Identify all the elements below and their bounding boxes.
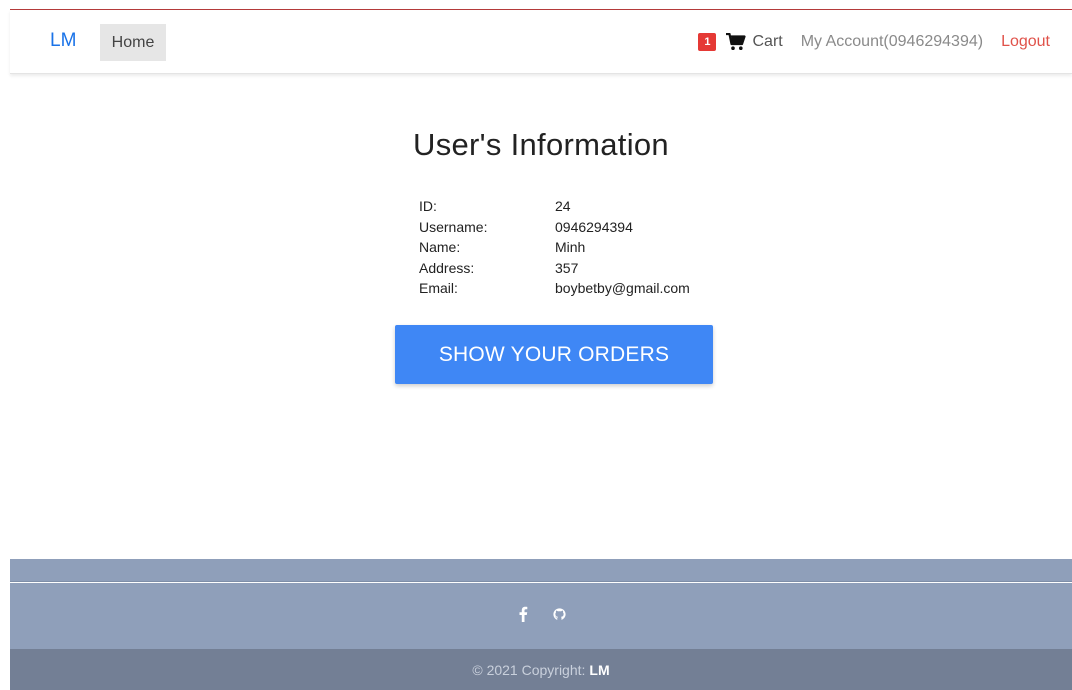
cart-link[interactable]: Cart <box>726 33 783 51</box>
social-links <box>10 605 1072 623</box>
info-label: ID: <box>419 198 437 214</box>
info-row-username: Username: 0946294394 <box>419 217 690 238</box>
facebook-icon[interactable] <box>514 605 532 623</box>
info-value: 357 <box>555 259 579 276</box>
info-value: Minh <box>555 239 586 255</box>
info-label: Address: <box>419 259 475 276</box>
cart-count-badge: 1 <box>698 33 717 51</box>
copyright-brand-link[interactable]: LM <box>589 662 609 678</box>
info-value: 24 <box>555 198 571 214</box>
left-gutter <box>0 0 10 690</box>
info-row-email: Email: boybetby@gmail.com <box>419 278 690 299</box>
footer-social-band <box>10 583 1072 649</box>
info-label: Name: <box>419 239 461 255</box>
cart-label: Cart <box>752 33 783 50</box>
info-label: Email: <box>419 280 458 296</box>
footer-top-band <box>10 559 1072 582</box>
github-glyph <box>552 607 566 620</box>
info-value: 0946294394 <box>555 218 633 235</box>
page: LM Home 1 Cart My Account(0946294394) Lo… <box>0 0 1072 690</box>
copyright-text: © 2021 Copyright: <box>472 661 586 678</box>
logout-link[interactable]: Logout <box>1001 33 1050 51</box>
info-value: boybetby@gmail.com <box>555 280 690 296</box>
info-row-address: Address: 357 <box>419 258 690 279</box>
my-account-link[interactable]: My Account(0946294394) <box>801 33 983 51</box>
page-title: User's Information <box>413 127 669 162</box>
main-content: User's Information ID: 24 Username: 0946… <box>10 75 1072 559</box>
facebook-glyph <box>519 606 528 622</box>
brand-link[interactable]: LM <box>50 30 76 52</box>
info-row-name: Name: Minh <box>419 237 690 258</box>
show-orders-button[interactable]: SHOW YOUR ORDERS <box>395 325 713 384</box>
navbar: LM Home 1 Cart My Account(0946294394) Lo… <box>10 10 1072 74</box>
footer-copyright: © 2021 Copyright: LM <box>10 649 1072 690</box>
user-info-list: ID: 24 Username: 0946294394 Name: Minh A… <box>419 196 690 299</box>
cart-icon <box>726 33 747 50</box>
nav-right: 1 Cart My Account(0946294394) Logout <box>698 10 1050 74</box>
info-label: Username: <box>419 218 488 235</box>
info-row-id: ID: 24 <box>419 196 690 217</box>
nav-home-link[interactable]: Home <box>100 24 166 61</box>
github-icon[interactable] <box>550 605 568 623</box>
